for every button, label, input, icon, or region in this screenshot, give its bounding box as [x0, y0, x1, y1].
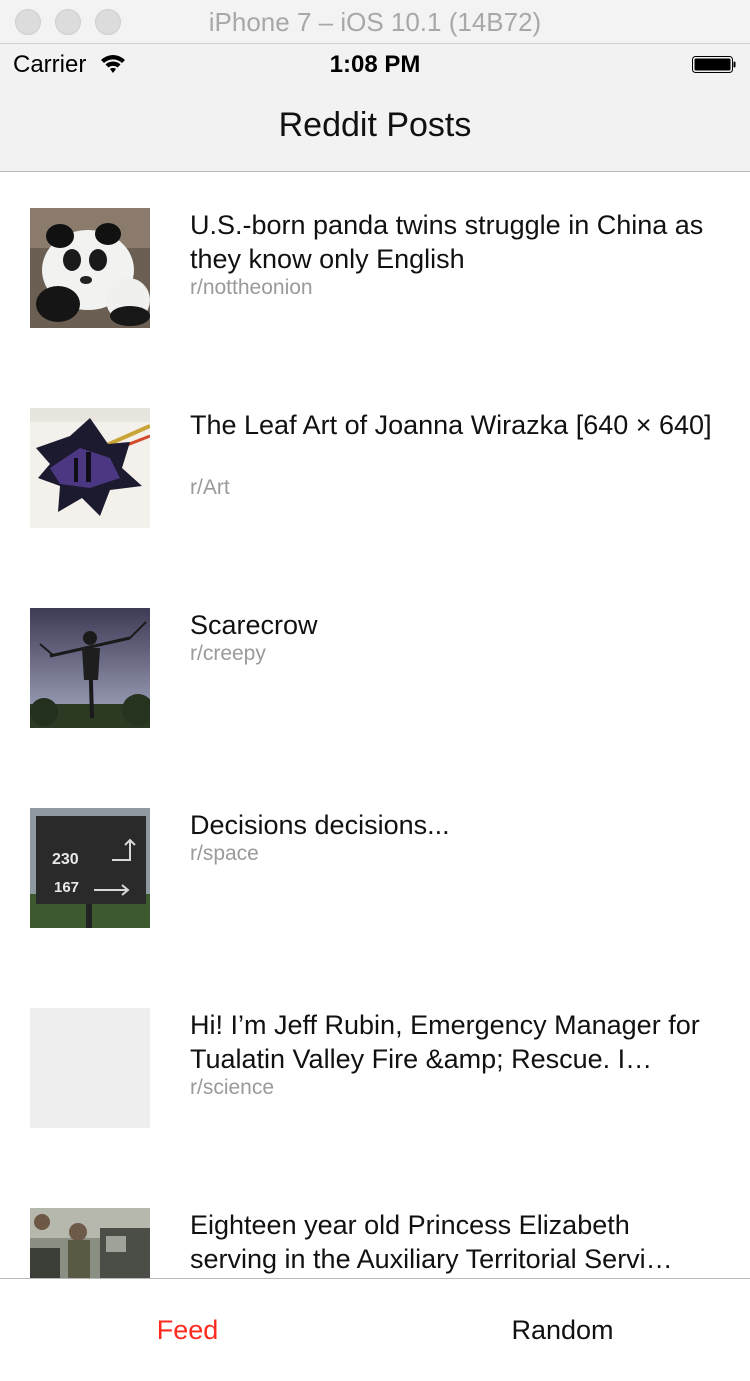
post-thumbnail — [30, 408, 150, 528]
tab-feed[interactable]: Feed — [0, 1279, 375, 1379]
post-thumbnail: 230 167 — [30, 808, 150, 928]
page-title: Reddit Posts — [278, 106, 472, 144]
sign-photo: 230 167 — [30, 808, 150, 928]
post-row[interactable]: Hi! I’m Jeff Rubin, Emergency Manager fo… — [0, 972, 750, 1172]
simulator-window-bar: iPhone 7 – iOS 10.1 (14B72) — [0, 0, 750, 44]
post-subreddit: r/science — [190, 1076, 275, 1099]
post-thumbnail — [30, 208, 150, 328]
post-thumbnail-placeholder — [30, 1008, 150, 1128]
post-row[interactable]: Eighteen year old Princess Elizabeth ser… — [0, 1172, 750, 1278]
post-title: Hi! I’m Jeff Rubin, Emergency Manager fo… — [190, 1010, 700, 1074]
post-row[interactable]: Scarecrow r/creepy — [0, 572, 750, 772]
window-title: iPhone 7 – iOS 10.1 (14B72) — [208, 7, 542, 37]
post-row[interactable]: U.S.-born panda twins struggle in China … — [0, 172, 750, 372]
vintage-truck-photo — [30, 1208, 150, 1278]
post-title: Scarecrow — [190, 610, 318, 640]
sign-number-2: 167 — [54, 879, 79, 896]
scarecrow-photo — [30, 608, 150, 728]
post-subreddit: r/creepy — [190, 642, 266, 665]
post-title: Eighteen year old Princess Elizabeth ser… — [190, 1210, 673, 1274]
post-title: U.S.-born panda twins struggle in China … — [190, 210, 704, 274]
posts-list[interactable]: U.S.-born panda twins struggle in China … — [0, 172, 750, 1278]
post-subreddit: r/Art — [190, 476, 230, 499]
post-thumbnail — [30, 1208, 150, 1278]
sign-number-1: 230 — [52, 851, 79, 868]
tab-random[interactable]: Random — [375, 1279, 750, 1379]
battery-full-icon — [692, 56, 736, 73]
post-title: Decisions decisions... — [190, 810, 450, 840]
status-time: 1:08 PM — [329, 51, 421, 78]
status-bar: Carrier 1:08 PM — [0, 44, 750, 84]
post-subreddit: r/nottheonion — [190, 276, 313, 299]
tab-bar: Feed Random — [0, 1278, 750, 1378]
panda-photo — [30, 208, 150, 328]
post-thumbnail — [30, 608, 150, 728]
leaf-art-photo — [30, 408, 150, 528]
post-title: The Leaf Art of Joanna Wirazka [640 × 64… — [190, 410, 712, 440]
post-subreddit: r/space — [190, 842, 259, 865]
post-row[interactable]: 230 167 Decisions decisions... r/space — [0, 772, 750, 972]
navigation-bar: Reddit Posts — [0, 84, 750, 172]
post-row[interactable]: The Leaf Art of Joanna Wirazka [640 × 64… — [0, 372, 750, 572]
